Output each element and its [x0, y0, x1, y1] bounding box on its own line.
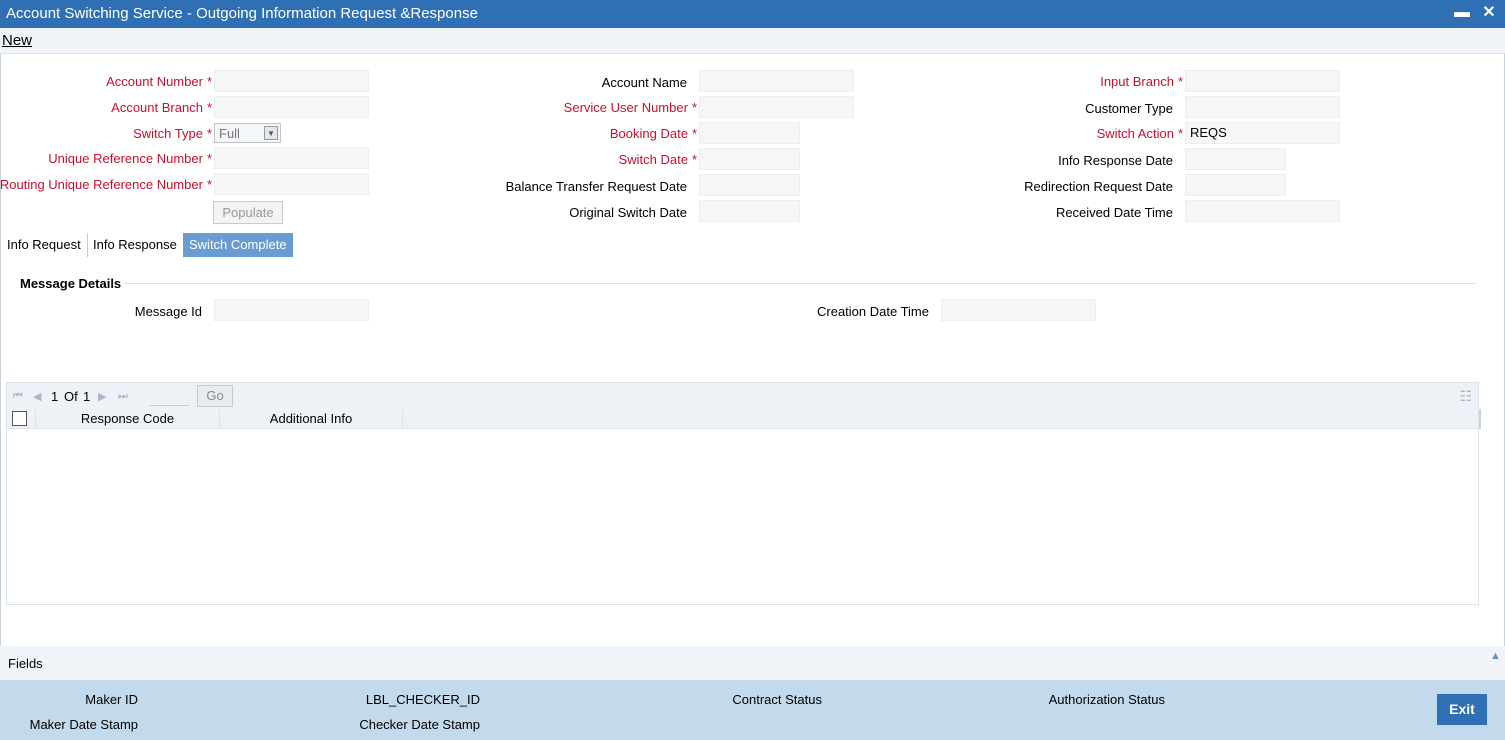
input-branch-label: Input Branch *: [1100, 74, 1183, 89]
grid-header: Response Code Additional Info: [7, 409, 1478, 429]
window-titlebar: Account Switching Service - Outgoing Inf…: [0, 0, 1505, 28]
maker-date-stamp-label: Maker Date Stamp: [29, 717, 138, 732]
original-switch-date-label: Original Switch Date: [569, 205, 687, 220]
booking-date-label: Booking Date *: [609, 126, 697, 141]
tab-info-request[interactable]: Info Request: [1, 233, 88, 257]
customer-type-label: Customer Type: [1085, 101, 1173, 116]
maker-id-label: Maker ID: [85, 692, 138, 707]
unique-reference-number-input[interactable]: [214, 147, 369, 169]
account-branch-label: Account Branch *: [111, 100, 212, 115]
go-button[interactable]: Go: [197, 385, 233, 407]
info-response-date-input[interactable]: [1185, 148, 1286, 170]
info-response-date-label: Info Response Date: [1058, 153, 1173, 168]
page-current: 1: [51, 389, 59, 404]
account-name-input[interactable]: [699, 70, 854, 92]
populate-button[interactable]: Populate: [213, 201, 283, 224]
exit-button[interactable]: Exit: [1437, 694, 1487, 725]
input-branch-input[interactable]: [1185, 70, 1340, 92]
new-link[interactable]: New: [2, 32, 32, 49]
section-divider: [124, 283, 1476, 284]
last-page-icon[interactable]: ⏭: [118, 390, 128, 403]
select-all-checkbox[interactable]: [12, 411, 27, 426]
tab-info-response[interactable]: Info Response: [87, 233, 183, 257]
page-number-input[interactable]: [149, 386, 189, 406]
page-of: Of: [64, 389, 78, 404]
service-user-number-label: Service User Number *: [563, 100, 697, 115]
previous-page-icon[interactable]: ◀: [33, 390, 41, 403]
balance-transfer-request-date-input[interactable]: [699, 174, 800, 196]
next-page-icon[interactable]: ▶: [98, 390, 106, 403]
switch-type-label: Switch Type *: [133, 126, 212, 141]
account-branch-input[interactable]: [214, 96, 369, 118]
response-grid: ⏮ ◀ 1 Of 1 ▶ ⏭ Go ☷ Response Code Additi…: [6, 382, 1481, 605]
fields-bar[interactable]: Fields ▲: [0, 646, 1505, 680]
redirection-request-date-label: Redirection Request Date: [1024, 179, 1173, 194]
switch-action-label: Switch Action *: [1096, 126, 1183, 141]
received-date-time-input[interactable]: [1185, 200, 1340, 222]
switch-date-input[interactable]: [699, 148, 800, 170]
tab-switch-complete[interactable]: Switch Complete: [183, 233, 293, 257]
chevron-up-icon[interactable]: ▲: [1490, 650, 1501, 662]
close-icon[interactable]: ✕: [1479, 3, 1499, 23]
service-user-number-input[interactable]: [699, 96, 854, 118]
checker-id-label: LBL_CHECKER_ID: [365, 692, 480, 707]
redirection-request-date-input[interactable]: [1185, 174, 1286, 196]
window-title: Account Switching Service - Outgoing Inf…: [6, 5, 478, 22]
first-page-icon[interactable]: ⏮: [13, 390, 23, 403]
received-date-time-label: Received Date Time: [1055, 205, 1173, 220]
creation-date-time-label: Creation Date Time: [817, 304, 929, 319]
account-name-label: Account Name: [601, 75, 687, 90]
account-number-input[interactable]: [214, 70, 369, 92]
page-total: 1: [83, 389, 91, 404]
creation-date-time-input[interactable]: [941, 299, 1096, 321]
column-additional-info[interactable]: Additional Info: [219, 409, 403, 429]
routing-unique-reference-number-input[interactable]: [214, 173, 369, 195]
switch-date-label: Switch Date *: [618, 152, 697, 167]
audit-footer: Maker ID Maker Date Stamp LBL_CHECKER_ID…: [0, 680, 1505, 740]
grid-scrollbar[interactable]: [1479, 409, 1481, 429]
account-number-label: Account Number *: [106, 74, 212, 89]
minimize-icon[interactable]: ▬: [1452, 3, 1472, 23]
balance-transfer-request-date-label: Balance Transfer Request Date: [505, 179, 687, 194]
switch-action-input[interactable]: REQS: [1185, 122, 1340, 144]
checker-date-stamp-label: Checker Date Stamp: [359, 717, 480, 732]
unique-reference-number-label: Unique Reference Number *: [48, 151, 212, 166]
chevron-down-icon[interactable]: ▼: [264, 126, 278, 140]
routing-unique-reference-number-label: Routing Unique Reference Number *: [0, 177, 212, 192]
message-id-label: Message Id: [134, 304, 202, 319]
booking-date-input[interactable]: [699, 122, 800, 144]
fields-label: Fields: [8, 656, 43, 671]
column-response-code[interactable]: Response Code: [35, 409, 219, 429]
message-details-title: Message Details: [20, 276, 122, 291]
contract-status-label: Contract Status: [732, 692, 822, 707]
menu-bar: New: [0, 28, 1505, 54]
original-switch-date-input[interactable]: [699, 200, 800, 222]
switch-type-select[interactable]: Full ▼: [214, 123, 281, 143]
customer-type-input[interactable]: [1185, 96, 1340, 118]
column-menu-icon[interactable]: ☷: [1459, 388, 1472, 405]
message-id-input[interactable]: [214, 299, 369, 321]
authorization-status-label: Authorization Status: [1048, 692, 1165, 707]
grid-pager: ⏮ ◀ 1 Of 1 ▶ ⏭ Go ☷: [7, 383, 1478, 409]
